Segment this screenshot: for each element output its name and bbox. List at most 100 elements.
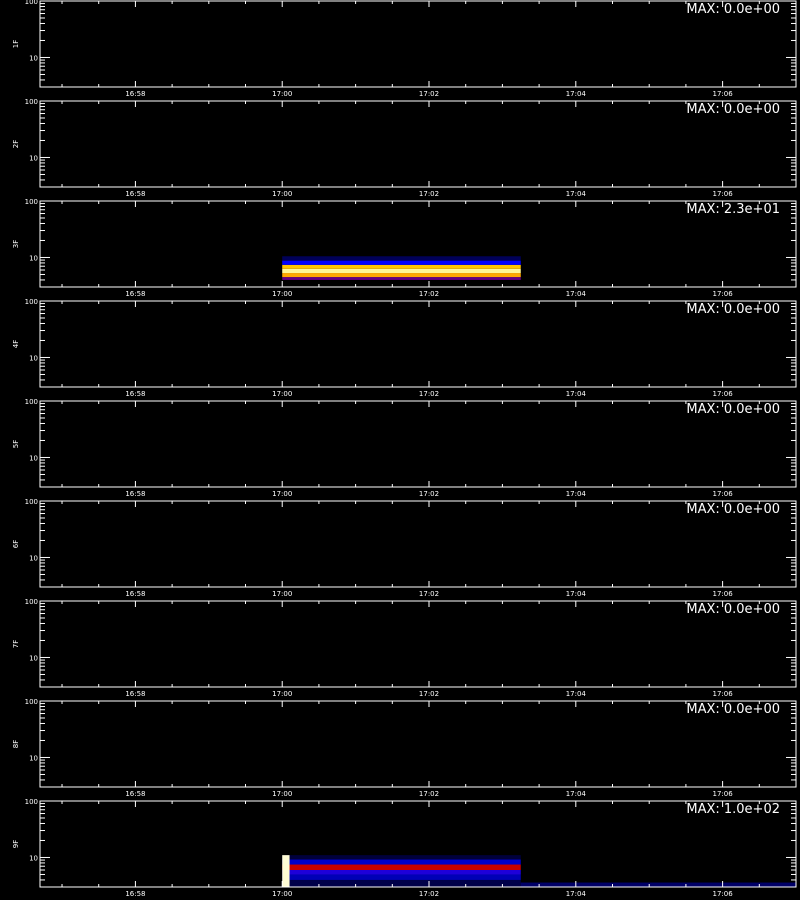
x-tick-label: 16:58	[125, 890, 145, 898]
heat-cell	[282, 273, 521, 278]
plot-frame	[39, 0, 797, 88]
x-tick-label: 17:00	[272, 390, 292, 398]
max-value-label: MAX: 0.0e+00	[686, 302, 780, 317]
heat-cell	[282, 874, 521, 880]
panel-5F: 10 100 16:58 17:00 17:02 17:04 17:06 5F MAX: 0.0…	[12, 398, 797, 498]
x-tick-label: 17:04	[566, 590, 587, 598]
x-tick-label: 17:04	[566, 490, 587, 498]
x-tick-label: 17:00	[272, 690, 292, 698]
panel-1F: 10 100 16:58 17:00 17:02 17:04 17:06 1F MAX: 0.0…	[12, 0, 797, 98]
heat-cell	[282, 268, 521, 274]
plot-frame	[39, 700, 797, 788]
panels-group: 10 100 16:58 17:00 17:02 17:04 17:06 1F MAX: 0.0…	[12, 0, 797, 898]
heat-cell	[282, 855, 521, 860]
y-tick-label: 10	[29, 254, 38, 262]
heat-cell	[282, 870, 521, 875]
x-tick-label: 17:04	[566, 190, 587, 198]
x-tick-label: 17:04	[566, 390, 587, 398]
x-tick-label: 17:02	[419, 290, 439, 298]
panel-name-label: 6F	[12, 540, 20, 548]
x-tick-label: 17:02	[419, 890, 439, 898]
x-tick-label: 17:02	[419, 690, 439, 698]
max-value-label: MAX: 0.0e+00	[686, 102, 780, 117]
heat-cell	[282, 260, 521, 265]
x-tick-label: 17:06	[713, 90, 734, 98]
y-tick-label: 100	[25, 798, 38, 806]
x-tick-label: 17:06	[713, 390, 734, 398]
x-tick-label: 17:04	[566, 690, 587, 698]
panel-7F: 10 100 16:58 17:00 17:02 17:04 17:06 7F MAX: 0.0…	[12, 598, 797, 698]
y-tick-label: 100	[25, 0, 38, 6]
x-tick-label: 17:06	[713, 290, 734, 298]
x-tick-label: 17:02	[419, 790, 439, 798]
heat-cell	[282, 855, 290, 887]
max-value-label: MAX: 0.0e+00	[686, 2, 780, 17]
y-tick-label: 10	[29, 154, 38, 162]
x-tick-label: 16:58	[125, 190, 145, 198]
x-tick-label: 17:00	[272, 90, 292, 98]
x-tick-label: 16:58	[125, 390, 145, 398]
heat-cell	[282, 864, 521, 871]
y-tick-label: 100	[25, 398, 38, 406]
panel-name-label: 7F	[12, 640, 20, 648]
x-tick-label: 16:58	[125, 690, 145, 698]
x-tick-label: 17:06	[713, 190, 734, 198]
panel-3F: 10 100 16:58 17:00 17:02 17:04 17:06 3F MAX: 2.3…	[12, 198, 797, 298]
heat-cell	[282, 859, 521, 865]
x-tick-label: 17:04	[566, 290, 587, 298]
y-tick-label: 100	[25, 698, 38, 706]
plot-frame	[39, 500, 797, 588]
x-tick-label: 17:02	[419, 90, 439, 98]
x-tick-label: 16:58	[125, 790, 145, 798]
panel-name-label: 9F	[12, 840, 20, 848]
panel-name-label: 5F	[12, 440, 20, 448]
x-tick-label: 17:06	[713, 690, 734, 698]
y-tick-label: 100	[25, 298, 38, 306]
panel-9F: 10 100 16:58 17:00 17:02 17:04 17:06 9F MAX: 1.0…	[12, 798, 797, 898]
x-tick-label: 17:06	[713, 590, 734, 598]
panel-4F: 10 100 16:58 17:00 17:02 17:04 17:06 4F MAX: 0.0…	[12, 298, 797, 398]
panel-name-label: 3F	[12, 240, 20, 248]
x-tick-label: 16:58	[125, 490, 145, 498]
max-value-label: MAX: 0.0e+00	[686, 702, 780, 717]
x-tick-label: 17:00	[272, 790, 292, 798]
max-value-label: MAX: 2.3e+01	[686, 202, 780, 217]
panel-8F: 10 100 16:58 17:00 17:02 17:04 17:06 8F MAX: 0.0…	[12, 698, 797, 798]
y-tick-label: 10	[29, 654, 38, 662]
plot-frame	[39, 100, 797, 188]
y-tick-label: 100	[25, 498, 38, 506]
heat-cell	[282, 879, 521, 887]
x-tick-label: 17:02	[419, 390, 439, 398]
panel-6F: 10 100 16:58 17:00 17:02 17:04 17:06 6F MAX: 0.0…	[12, 498, 797, 598]
heat-cell	[282, 264, 521, 269]
x-tick-label: 17:02	[419, 490, 439, 498]
x-tick-label: 17:04	[566, 890, 587, 898]
y-tick-label: 10	[29, 554, 38, 562]
x-tick-label: 17:02	[419, 190, 439, 198]
x-tick-label: 17:00	[272, 890, 292, 898]
plot-frame	[39, 600, 797, 688]
x-tick-label: 16:58	[125, 90, 145, 98]
y-tick-label: 100	[25, 98, 38, 106]
x-tick-label: 17:04	[566, 790, 587, 798]
x-tick-label: 16:58	[125, 290, 145, 298]
x-tick-label: 17:04	[566, 90, 587, 98]
panel-2F: 10 100 16:58 17:00 17:02 17:04 17:06 2F MAX: 0.0…	[12, 98, 797, 198]
x-tick-label: 17:00	[272, 590, 292, 598]
max-value-label: MAX: 0.0e+00	[686, 502, 780, 517]
y-tick-label: 100	[25, 598, 38, 606]
panel-name-label: 4F	[12, 340, 20, 348]
y-tick-label: 10	[29, 454, 38, 462]
plot-frame	[39, 300, 797, 388]
x-tick-label: 17:00	[272, 290, 292, 298]
plot-frame	[39, 400, 797, 488]
x-tick-label: 17:02	[419, 590, 439, 598]
heat-cell	[282, 277, 521, 280]
x-tick-label: 17:00	[272, 190, 292, 198]
x-tick-label: 17:06	[713, 890, 734, 898]
y-tick-label: 100	[25, 198, 38, 206]
max-value-label: MAX: 0.0e+00	[686, 602, 780, 617]
spectrogram-stack: 10 100 16:58 17:00 17:02 17:04 17:06 1F MAX: 0.0…	[12, 0, 797, 898]
panel-name-label: 8F	[12, 740, 20, 748]
x-tick-label: 16:58	[125, 590, 145, 598]
